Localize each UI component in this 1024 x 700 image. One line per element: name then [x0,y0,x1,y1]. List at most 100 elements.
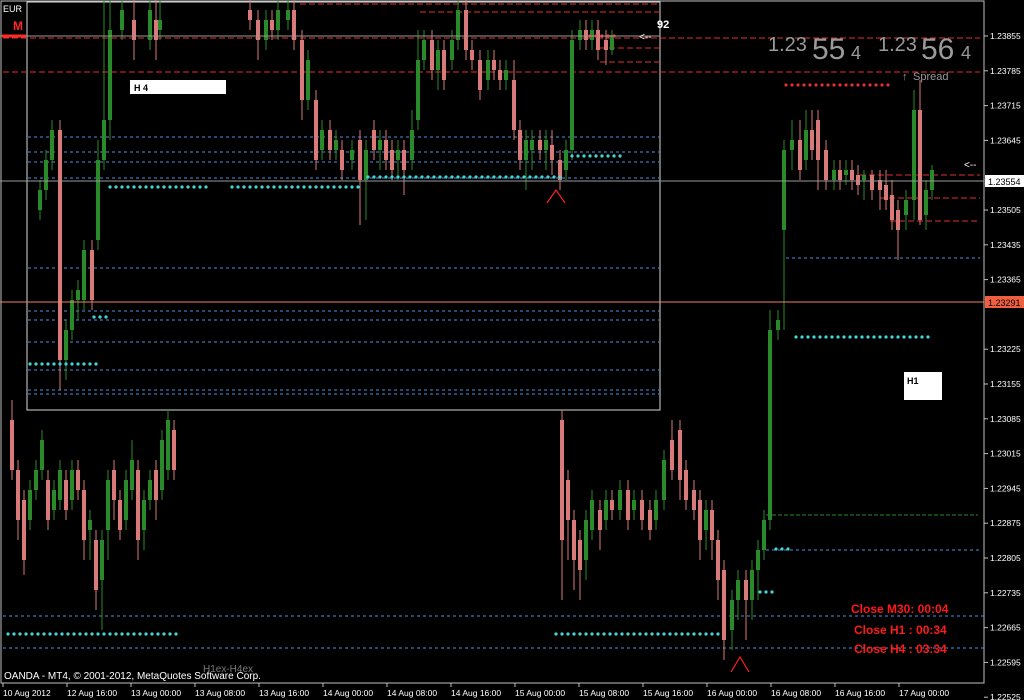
candle-body [154,470,158,500]
candle-body [464,10,468,50]
arrow-marker-right: <-- [964,160,977,171]
time-tick-label: 13 Aug 16:00 [259,688,309,698]
cyan-dot [902,335,906,339]
cyan-dot [104,315,108,319]
red-dot [814,83,818,87]
time-tick-label: 13 Aug 00:00 [131,688,181,698]
candle-body [264,20,268,40]
price-tick-label: 1.23085 [990,414,1021,424]
cyan-dot [290,185,294,189]
candle-body [648,510,652,530]
candle-body [890,195,894,220]
bid-prefix: 1.23 [768,34,807,56]
time-tick-label: 16 Aug 16:00 [835,688,885,698]
cyan-dot [52,362,56,366]
candle-body [512,80,516,130]
cyan-dot [66,632,70,636]
cyan-dot [24,632,28,636]
price-tick-label: 1.22735 [990,588,1021,598]
candle-body [334,140,338,150]
cyan-dot [866,335,870,339]
price-tick-label: 1.23645 [990,135,1021,145]
candle-body [692,490,696,510]
price-tick-label: 1.23365 [990,275,1021,285]
candle-body [924,190,928,215]
red-dot [808,83,812,87]
candle-body [498,70,502,80]
cyan-dot [618,154,622,158]
cyan-dot [920,335,924,339]
cyan-dot [162,632,166,636]
candle-body [58,130,62,360]
cyan-dot [18,632,22,636]
cyan-dot [584,632,588,636]
red-dot [880,83,884,87]
cyan-dot [570,154,574,158]
cyan-dot [786,547,790,551]
cyan-dot [48,632,52,636]
candle-body [504,70,508,80]
cyan-dot [710,632,714,636]
candle-body [46,480,50,520]
price-chart[interactable]: 1.238551.237851.237151.236451.235051.234… [0,0,1024,700]
cyan-dot [432,175,436,179]
cyan-dot [98,315,102,319]
cyan-dot [6,632,10,636]
candle-body [300,40,304,100]
candle-body [590,500,594,530]
cyan-dot [72,632,76,636]
price-tick-label: 1.22805 [990,553,1021,563]
cyan-dot [114,185,118,189]
candle-body [678,430,682,480]
candle-body [422,40,426,60]
candle-body [70,300,74,330]
cyan-dot [878,335,882,339]
line-price-label: 1.23291 [988,298,1021,308]
candle-body [358,140,362,180]
time-tick-label: 14 Aug 00:00 [323,688,373,698]
candle-body [40,440,44,470]
red-dot [868,83,872,87]
cyan-dot [372,175,376,179]
candle-body [862,175,866,180]
candle-body [632,500,636,510]
cyan-dot [596,632,600,636]
cyan-dot [668,632,672,636]
cyan-dot [842,335,846,339]
cyan-dot [576,154,580,158]
spread-label: Spread [913,71,948,83]
cyan-dot [108,185,112,189]
candle-body [810,130,814,150]
candle-body [44,160,48,190]
cyan-dot [806,335,810,339]
cyan-dot [308,185,312,189]
cyan-dot [338,185,342,189]
candle-body [544,140,548,150]
time-tick-label: 15 Aug 08:00 [579,688,629,698]
cyan-dot [462,175,466,179]
cyan-dot [92,315,96,319]
cyan-dot [486,175,490,179]
cyan-dot [588,154,592,158]
cyan-dot [138,632,142,636]
time-tick-label: 16 Aug 08:00 [771,688,821,698]
cyan-dot [474,175,478,179]
time-tick-label: 13 Aug 08:00 [195,688,245,698]
cyan-dot [390,175,394,179]
cyan-dot [320,185,324,189]
cyan-dot [126,185,130,189]
candle-body [736,580,740,600]
cyan-dot [120,185,124,189]
candle-body [524,140,528,160]
candle-body [328,130,332,150]
cyan-dot [64,362,68,366]
red-dot [784,83,788,87]
candle-body [640,500,644,520]
time-tick-label: 17 Aug 00:00 [899,688,949,698]
candle-body [90,250,94,300]
cyan-dot [366,175,370,179]
cyan-dot [516,175,520,179]
cyan-dot [716,632,720,636]
candle-body [584,520,588,560]
candle-body [618,490,622,510]
